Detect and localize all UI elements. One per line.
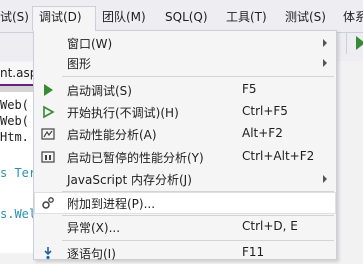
code-line: s.Wel (0, 207, 37, 221)
submenu-arrow-icon (323, 175, 327, 183)
menu-item-graphics[interactable]: 图形 (34, 52, 336, 74)
menu-item-start-profiling[interactable]: 启动性能分析(A) Alt+F2 (34, 123, 336, 145)
menu-tools[interactable]: 工具(T) (226, 8, 267, 26)
code-line: Web( (0, 98, 29, 112)
menu-item-shortcut: Ctrl+Alt+F2 (242, 149, 315, 163)
menu-item-label: JavaScript 内存分析(J) (67, 173, 192, 187)
play-icon (41, 83, 55, 97)
menu-item-label: 逐语句(I) (67, 247, 116, 261)
menu-item-javascript-memory[interactable]: JavaScript 内存分析(J) (34, 168, 336, 190)
code-line: s Ter (0, 166, 37, 180)
menu-item-shortcut: Ctrl+F5 (242, 104, 288, 118)
menu-item-exceptions[interactable]: 异常(X)... Ctrl+D, E (34, 216, 336, 238)
menu-sql[interactable]: SQL(Q) (165, 8, 208, 26)
step-into-icon (41, 246, 55, 260)
menu-item-attach-to-process[interactable]: 附加到进程(P)... (34, 192, 336, 214)
menu-debug[interactable]: 调试(D) (32, 6, 96, 31)
menu-test-partial[interactable]: 试(S) (0, 8, 29, 26)
menu-separator (62, 240, 334, 241)
menu-item-start-without-debugging[interactable]: 开始执行(不调试)(H) Ctrl+F5 (34, 101, 336, 123)
menu-item-label: 图形 (67, 57, 92, 71)
menu-testing[interactable]: 测试(S) (285, 8, 326, 26)
menu-bar: 试(S) 调试(D) 团队(M) SQL(Q) 工具(T) 测试(S) 体系 (0, 0, 363, 33)
menu-item-label: 启动调试(S) (67, 84, 132, 98)
menu-architecture[interactable]: 体系 (343, 8, 363, 26)
start-debug-toolbar-icon[interactable] (356, 36, 363, 50)
menu-item-windows[interactable]: 窗口(W) (34, 32, 336, 54)
code-line: Web( (0, 114, 29, 128)
profiler-paused-icon (41, 150, 55, 164)
menu-item-label: 窗口(W) (67, 37, 113, 51)
profiler-icon (41, 127, 55, 141)
toolbar-separator (346, 32, 347, 54)
menu-item-shortcut: F5 (242, 82, 257, 96)
menu-item-label: 启动性能分析(A) (67, 128, 157, 142)
menu-item-start-paused-profiling[interactable]: 启动已暂停的性能分析(Y) Ctrl+Alt+F2 (34, 146, 336, 168)
play-outline-icon (41, 105, 55, 119)
menu-item-shortcut: Ctrl+D, E (242, 219, 298, 233)
menu-item-step-into[interactable]: 逐语句(I) F11 (34, 242, 336, 264)
submenu-arrow-icon (323, 59, 327, 67)
code-line: Htm. (0, 130, 29, 144)
menu-item-shortcut: F11 (242, 245, 265, 259)
menu-item-label: 开始执行(不调试)(H) (67, 106, 179, 120)
menu-item-start-debugging[interactable]: 启动调试(S) F5 (34, 79, 336, 101)
submenu-arrow-icon (323, 39, 327, 47)
menu-item-label: 异常(X)... (67, 221, 121, 235)
document-tab-label: nt.asp (0, 66, 38, 80)
menu-separator (62, 76, 334, 77)
debug-menu-dropdown: 窗口(W) 图形 启动调试(S) F5 开始执行(不调试)(H) Ctrl+F5… (33, 30, 337, 261)
gears-icon (41, 196, 55, 210)
menu-item-label: 附加到进程(P)... (67, 197, 156, 211)
menu-team[interactable]: 团队(M) (102, 8, 146, 26)
menu-item-label: 启动已暂停的性能分析(Y) (67, 151, 204, 165)
menu-item-shortcut: Alt+F2 (242, 126, 283, 140)
